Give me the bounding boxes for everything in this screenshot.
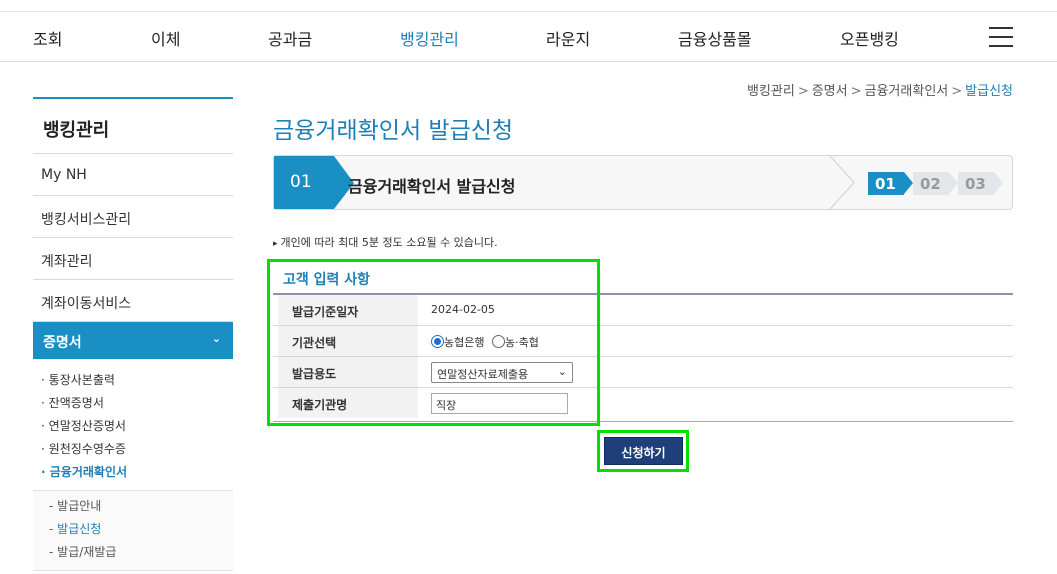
step-bar: 01 금융거래확인서 발급신청 01 02 03 bbox=[273, 155, 1013, 210]
caret-right-icon: ▸ bbox=[273, 239, 278, 249]
apply-button[interactable]: 신청하기 bbox=[604, 437, 683, 465]
sidebar-item-banking-service[interactable]: 뱅킹서비스관리 bbox=[33, 196, 233, 238]
top-navigation: 조회 이체 공과금 뱅킹관리 라운지 금융상품몰 오픈뱅킹 bbox=[0, 11, 1057, 62]
breadcrumb-item[interactable]: 금융거래확인서 bbox=[865, 84, 949, 99]
nav-item-financial-products[interactable]: 금융상품몰 bbox=[678, 26, 752, 50]
table-row: 제출기관명 직장 bbox=[273, 388, 1013, 419]
sidebar-third-label: 발급신청 bbox=[57, 522, 102, 536]
bullet-icon: · bbox=[41, 442, 45, 456]
sidebar-third-label: 발급안내 bbox=[57, 499, 102, 513]
breadcrumb-separator: > bbox=[951, 84, 963, 99]
submit-to-label: 제출기관명 bbox=[278, 388, 418, 418]
current-step-label: 금융거래확인서 발급신청 bbox=[348, 177, 516, 196]
chevron-down-icon: ⌄ bbox=[211, 332, 221, 345]
sidebar-sub-label: 통장사본출력 bbox=[48, 373, 115, 387]
sidebar-third-list: - 발급안내 - 발급신청 - 발급/재발급 bbox=[33, 490, 233, 571]
submit-to-input[interactable]: 직장 bbox=[431, 393, 568, 414]
sidebar-sub-item-active[interactable]: · 금융거래확인서 bbox=[33, 463, 233, 486]
sidebar-sub-label: 잔액증명서 bbox=[48, 396, 104, 410]
breadcrumb-separator: > bbox=[850, 84, 862, 99]
table-row: 기관선택 농협은행 농·축협 bbox=[273, 326, 1013, 357]
sidebar-sub-item[interactable]: · 원천징수영수증 bbox=[33, 440, 233, 463]
purpose-cell: 연말정산자료제출용 ⌄ bbox=[431, 357, 581, 387]
sidebar-sub-label: 금융거래확인서 bbox=[49, 465, 128, 479]
radio-nonghyup-bank[interactable] bbox=[431, 335, 444, 348]
nav-item-open-banking[interactable]: 오픈뱅킹 bbox=[840, 26, 899, 50]
customer-input-table: 발급기준일자 2024-02-05 기관선택 농협은행 농·축협 발급용도 연말… bbox=[273, 293, 1013, 422]
sidebar: 뱅킹관리 My NH 뱅킹서비스관리 계좌관리 계좌이동서비스 증명서 ⌄ · … bbox=[33, 97, 233, 571]
sidebar-third-item[interactable]: - 발급/재발급 bbox=[33, 543, 233, 566]
notice-label: 개인에 따라 최대 5분 정도 소요될 수 있습니다. bbox=[280, 236, 498, 249]
purpose-selected-value: 연말정산자료제출용 bbox=[437, 368, 529, 381]
sidebar-sub-label: 연말정산증명서 bbox=[48, 419, 126, 433]
sidebar-sub-list: · 통장사본출력 · 잔액증명서 · 연말정산증명서 · 원천징수영수증 · 금… bbox=[33, 359, 233, 571]
breadcrumb-separator: > bbox=[797, 84, 809, 99]
radio-local-cooperative[interactable] bbox=[491, 335, 505, 348]
chevron-down-icon: ⌄ bbox=[557, 365, 567, 378]
step-chip: 03 bbox=[958, 172, 1003, 195]
table-row: 발급기준일자 2024-02-05 bbox=[273, 295, 1013, 326]
sidebar-item-certificates[interactable]: 증명서 ⌄ bbox=[33, 322, 233, 359]
sidebar-item-my-nh[interactable]: My NH bbox=[33, 154, 233, 196]
notice-text: ▸ 개인에 따라 최대 5분 정도 소요될 수 있습니다. bbox=[273, 234, 498, 250]
sidebar-sub-item[interactable]: · 통장사본출력 bbox=[33, 371, 233, 394]
bullet-icon: · bbox=[41, 396, 45, 410]
bullet-icon: · bbox=[41, 419, 45, 433]
purpose-label: 발급용도 bbox=[278, 357, 418, 387]
radio-label: 농·축협 bbox=[504, 336, 539, 349]
sidebar-item-account-transfer-service[interactable]: 계좌이동서비스 bbox=[33, 280, 233, 322]
sidebar-third-item-active[interactable]: - 발급신청 bbox=[33, 520, 233, 543]
table-row: 발급용도 연말정산자료제출용 ⌄ bbox=[273, 357, 1013, 388]
sidebar-third-label: 발급/재발급 bbox=[57, 545, 117, 559]
sidebar-sub-item[interactable]: · 연말정산증명서 bbox=[33, 417, 233, 440]
submit-to-cell: 직장 bbox=[431, 388, 581, 418]
form-section-title: 고객 입력 사항 bbox=[283, 272, 371, 288]
step-chip-active: 01 bbox=[868, 172, 913, 195]
step-chip: 02 bbox=[913, 172, 958, 195]
dash-prefix: - bbox=[49, 499, 54, 513]
sidebar-item-account-management[interactable]: 계좌관리 bbox=[33, 238, 233, 280]
base-date-label: 발급기준일자 bbox=[278, 295, 418, 325]
purpose-select[interactable]: 연말정산자료제출용 ⌄ bbox=[431, 362, 573, 383]
sidebar-title: 뱅킹관리 bbox=[33, 97, 233, 154]
sidebar-sub-label: 원천징수영수증 bbox=[48, 442, 126, 456]
dash-prefix: - bbox=[49, 545, 54, 559]
sidebar-third-item[interactable]: - 발급안내 bbox=[33, 497, 233, 520]
current-step-number: 01 bbox=[274, 156, 354, 209]
nav-item-lounge[interactable]: 라운지 bbox=[546, 26, 590, 50]
breadcrumb: 뱅킹관리 > 증명서 > 금융거래확인서 > 발급신청 bbox=[747, 80, 1013, 99]
institution-radio-group: 농협은행 농·축협 bbox=[431, 326, 539, 356]
sidebar-item-label: 증명서 bbox=[43, 335, 82, 351]
page-title: 금융거래확인서 발급신청 bbox=[273, 118, 514, 144]
breadcrumb-item[interactable]: 뱅킹관리 bbox=[747, 84, 795, 99]
dash-prefix: - bbox=[49, 522, 54, 536]
bullet-icon: · bbox=[41, 465, 46, 479]
radio-label: 농협은행 bbox=[444, 336, 485, 349]
nav-item-banking-management[interactable]: 뱅킹관리 bbox=[400, 26, 459, 50]
breadcrumb-current: 발급신청 bbox=[965, 84, 1013, 99]
nav-item-transfer[interactable]: 이체 bbox=[151, 26, 180, 50]
chevron-divider-icon bbox=[830, 156, 855, 209]
base-date-value: 2024-02-05 bbox=[431, 303, 495, 316]
hamburger-icon[interactable] bbox=[989, 27, 1013, 47]
bullet-icon: · bbox=[41, 373, 45, 387]
nav-item-utility-bills[interactable]: 공과금 bbox=[268, 26, 312, 50]
breadcrumb-item[interactable]: 증명서 bbox=[812, 84, 848, 99]
nav-item-inquiry[interactable]: 조회 bbox=[33, 26, 62, 50]
sidebar-sub-item[interactable]: · 잔액증명서 bbox=[33, 394, 233, 417]
institution-label: 기관선택 bbox=[278, 326, 418, 356]
